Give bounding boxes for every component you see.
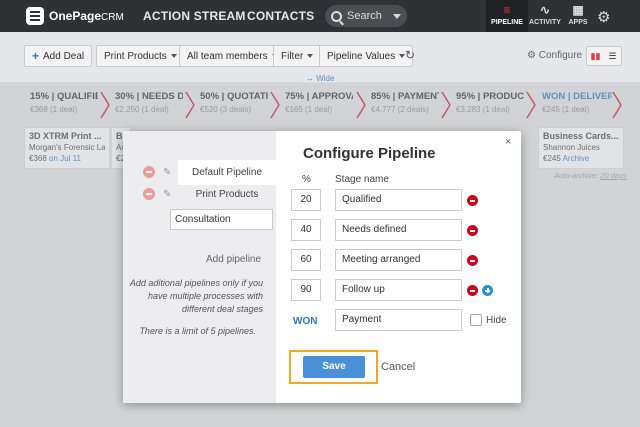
team-members-label: All team members: [187, 50, 268, 62]
save-button[interactable]: Save: [303, 356, 365, 378]
remove-pipeline-icon[interactable]: [143, 188, 155, 200]
remove-stage-icon[interactable]: [467, 195, 478, 206]
onepagecrm-logo[interactable]: OnePageCRM: [26, 7, 124, 25]
nav-apps[interactable]: ▦ APPS: [557, 0, 599, 32]
search-box[interactable]: Search: [325, 5, 407, 27]
funnel-icon: ≡: [503, 3, 511, 17]
stage-name-input[interactable]: Needs defined: [335, 219, 462, 241]
chevron-down-icon: [307, 54, 314, 58]
new-pipeline-input[interactable]: Consultation: [170, 209, 273, 230]
gear-icon[interactable]: ⚙: [597, 8, 610, 26]
logo-text: OnePage: [49, 9, 102, 23]
refresh-icon[interactable]: ↻: [405, 48, 415, 62]
team-members-select[interactable]: All team members: [179, 45, 286, 67]
won-label: WON: [293, 316, 318, 327]
pipeline-select[interactable]: Print Products: [96, 45, 185, 67]
pipeline-limit-text: There is a limit of 5 pipelines.: [139, 326, 256, 336]
filter-button[interactable]: Filter: [273, 45, 322, 67]
remove-pipeline-icon[interactable]: [143, 166, 155, 178]
percent-column-header: %: [302, 174, 311, 185]
stage-percent-input[interactable]: 20: [291, 189, 321, 211]
filter-label: Filter: [281, 50, 304, 62]
apps-icon: ▦: [572, 3, 584, 17]
chevron-down-icon[interactable]: [393, 13, 401, 19]
hide-checkbox[interactable]: [470, 314, 482, 326]
close-icon[interactable]: ×: [505, 136, 511, 148]
stage-name-input[interactable]: Qualified: [335, 189, 462, 211]
add-pipeline-link[interactable]: Add pipeline: [206, 254, 261, 265]
pipeline-item-print-products[interactable]: Print Products: [178, 182, 276, 207]
cancel-button[interactable]: Cancel: [381, 361, 415, 373]
configure-pipeline-dialog: ✎ Default Pipeline ✎ Print Products Cons…: [123, 131, 521, 403]
chevron-down-icon: [170, 54, 177, 58]
remove-stage-icon[interactable]: [467, 255, 478, 266]
columns-view-icon[interactable]: ▮▮: [587, 47, 604, 65]
pipeline-values-label: Pipeline Values: [327, 50, 396, 62]
nav-pipeline[interactable]: ≡ PIPELINE: [486, 0, 528, 32]
nav-apps-label: APPS: [568, 19, 588, 26]
stage-percent-input[interactable]: 40: [291, 219, 321, 241]
dialog-title: Configure Pipeline: [303, 145, 436, 162]
plus-icon: +: [32, 49, 40, 63]
logo-suffix: CRM: [101, 12, 124, 23]
top-navbar: OnePageCRM ACTION STREAM CONTACTS Search…: [0, 0, 640, 32]
add-stage-icon[interactable]: [482, 285, 493, 296]
add-deal-label: Add Deal: [43, 50, 85, 62]
pencil-icon[interactable]: ✎: [163, 189, 171, 200]
won-stage-name-input[interactable]: Payment: [335, 309, 462, 331]
stage-percent-input[interactable]: 90: [291, 279, 321, 301]
stage-name-input[interactable]: Meeting arranged: [335, 249, 462, 271]
stage-name-input[interactable]: Follow up: [335, 279, 462, 301]
configure-label: Configure: [538, 50, 583, 61]
stage-percent-input[interactable]: 60: [291, 249, 321, 271]
remove-stage-icon[interactable]: [467, 285, 478, 296]
pencil-icon[interactable]: ✎: [163, 167, 171, 178]
list-view-icon[interactable]: ☰: [604, 47, 621, 65]
search-placeholder: Search: [347, 10, 382, 22]
pipeline-select-label: Print Products: [104, 50, 167, 62]
nav-action-stream[interactable]: ACTION STREAM: [143, 9, 246, 23]
configure-link[interactable]: ⚙ Configure: [527, 50, 582, 61]
pipelines-sidebar: ✎ Default Pipeline ✎ Print Products Cons…: [123, 131, 276, 403]
view-toggle[interactable]: ▮▮ ☰: [586, 46, 622, 66]
nav-contacts[interactable]: CONTACTS: [247, 9, 314, 23]
pipeline-help-text: Add aditional pipelines only if you have…: [129, 278, 263, 314]
search-icon: [331, 10, 342, 22]
stage-name-column-header: Stage name: [335, 174, 389, 185]
nav-pipeline-label: PIPELINE: [491, 19, 523, 26]
logo-icon: [26, 7, 44, 25]
hide-label: Hide: [486, 315, 507, 326]
add-deal-button[interactable]: + Add Deal: [24, 45, 93, 67]
remove-stage-icon[interactable]: [467, 225, 478, 236]
pipeline-values-select[interactable]: Pipeline Values: [319, 45, 414, 67]
